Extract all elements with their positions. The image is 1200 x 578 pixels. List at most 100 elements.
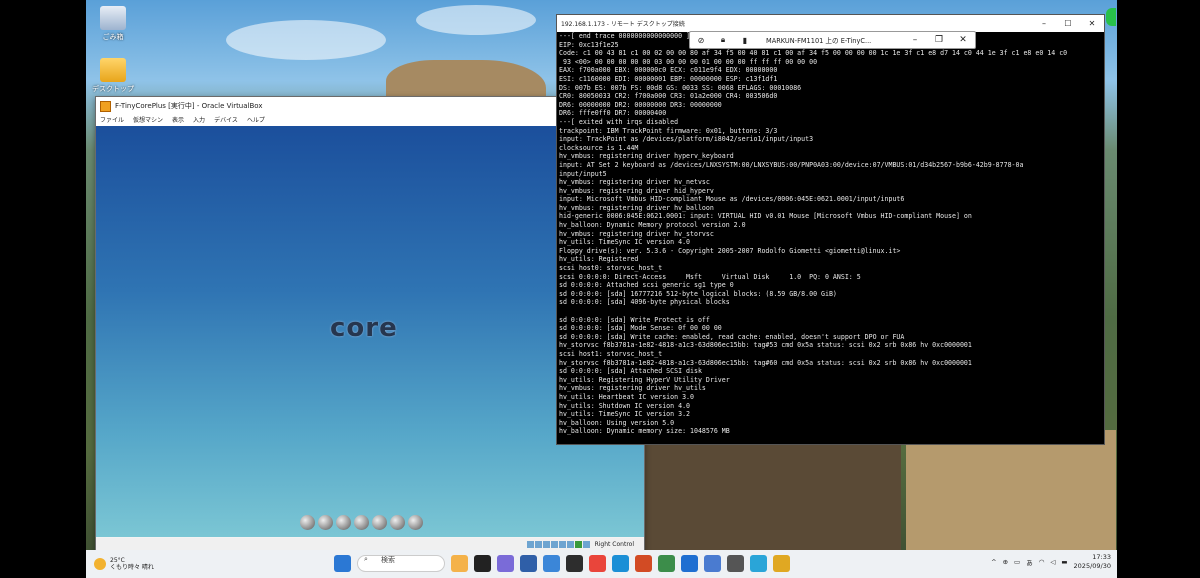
lock-icon[interactable]: 🔒︎ [712,35,734,45]
clock-date: 2025/09/30 [1073,562,1111,570]
console-line: sd 0:0:0:0: [sda] 16777216 512-byte logi… [559,289,837,298]
minimize-button[interactable]: – [903,35,927,45]
console-line: hv_vmbus: registering driver hv_utils [559,384,706,393]
console-line: input: AT Set 2 keyboard as /devices/LNX… [559,160,1024,169]
weather-desc: くもり時々 晴れ [110,564,154,571]
console-line: hv_vmbus: registering driver hv_netvsc [559,178,710,187]
close-button[interactable]: ✕ [951,35,975,45]
folder-icon [100,58,126,82]
power-icon[interactable] [300,515,315,530]
display-icon[interactable]: ▭ [1014,558,1020,566]
console-line: hv_utils: Registering HyperV Utility Dri… [559,375,730,384]
console-line: scsi host1: storvsc_host_t [559,349,663,358]
console-line: DS: 007b ES: 007b FS: 00d8 GS: 0033 SS: … [559,83,802,92]
desktop-background: ごみ箱 デスクトップ F-TinyCorePlus [実行中] - Oracle… [86,0,1117,578]
editor-icon[interactable] [318,515,333,530]
recycle-bin-icon [100,6,126,30]
tinycore-logo: core [330,313,398,343]
console-line: CR0: 80050033 CR2: f700a000 CR3: 01a2e00… [559,92,778,101]
taskbar-apps: ⌕ 検索 [334,555,790,572]
app-icon[interactable] [704,555,721,572]
desktop-icon-label: デスクトップ [92,85,134,93]
console-line: hv_balloon: Using version 5.0 [559,418,675,427]
battery-icon[interactable]: ▬ [1061,558,1067,566]
app-icon[interactable] [658,555,675,572]
chevron-up-icon[interactable]: ^ [991,558,996,566]
search-icon: ⌕ [364,555,368,563]
console-line: Floppy drive(s): ver. 5.3.6 - Copyright … [559,246,901,255]
chrome-icon[interactable] [589,555,606,572]
rdp-connection-bar[interactable]: ⊘ 🔒︎ ▮ MARKUN-FM1101 上の E-TinyC... – ❐ ✕ [689,31,976,49]
notification-badge[interactable] [1106,8,1116,26]
terminal-icon[interactable] [390,515,405,530]
display-status-icon[interactable] [566,541,574,548]
app-icon[interactable] [727,555,744,572]
console-line: hv_balloon: Dynamic Memory protocol vers… [559,221,746,230]
console-line: DR6: fffe0ff0 DR7: 00000400 [559,109,667,118]
console-line: sd 0:0:0:0: [sda] Write Protect is off [559,315,710,324]
unpin-icon[interactable]: ⊘ [690,36,712,45]
close-button[interactable]: ✕ [1080,19,1104,28]
menu-devices[interactable]: デバイス [214,115,238,126]
app-icon[interactable] [543,555,560,572]
network-status-icon[interactable] [550,541,558,548]
menu-view[interactable]: 表示 [172,115,184,126]
web-icon[interactable] [408,515,423,530]
console-line: clocksource is 1.44M [559,143,639,152]
maximize-button[interactable]: ☐ [1056,19,1080,28]
desktop-icon-folder[interactable]: デスクトップ [89,58,137,94]
menu-file[interactable]: ファイル [100,115,124,126]
app-icon[interactable] [566,555,583,572]
console-line: sd 0:0:0:0: Attached scsi generic sg1 ty… [559,281,734,290]
console-line: scsi 0:0:0:0: Direct-Access Msft Virtual… [559,272,861,281]
signal-icon[interactable]: ▮ [734,36,756,45]
rdp-title: 192.168.1.173 - リモート デスクトップ接続 [561,21,685,28]
hdd-status-icon[interactable] [526,541,534,548]
virtualbox-icon [100,100,111,112]
ime-icon[interactable]: あ [1026,557,1033,567]
console-line: sd 0:0:0:0: [sda] Mode Sense: 0f 00 00 0… [559,324,722,333]
app-icon[interactable] [773,555,790,572]
menu-input[interactable]: 入力 [193,115,205,126]
restore-button[interactable]: ❐ [927,35,951,45]
system-tray: ^ ⊕ ▭ あ ◠ ◁ ▬ 17:33 2025/09/30 [991,553,1111,571]
menu-help[interactable]: ヘルプ [247,115,265,126]
console-line: hv_vmbus: registering driver hv_balloon [559,203,714,212]
app-icon[interactable] [497,555,514,572]
search-box[interactable]: ⌕ 検索 [357,555,445,572]
app-icon[interactable] [750,555,767,572]
apps-icon[interactable] [354,515,369,530]
recording-status-icon[interactable] [574,541,582,548]
network-icon[interactable]: ⊕ [1003,558,1008,566]
volume-icon[interactable]: ◁ [1050,558,1055,566]
weather-widget[interactable]: 25°C くもり時々 晴れ [94,557,174,571]
shared-folder-status-icon[interactable] [558,541,566,548]
cliff [906,430,1116,550]
control-panel-icon[interactable] [336,515,351,530]
optical-status-icon[interactable] [534,541,542,548]
console-line: hv_vmbus: registering driver hid_hyperv [559,186,714,195]
mount-icon[interactable] [372,515,387,530]
remote-desktop-window[interactable]: 192.168.1.173 - リモート デスクトップ接続 – ☐ ✕ ---[… [556,14,1105,445]
app-icon[interactable] [681,555,698,572]
console-line: hv_storvsc f8b3781a-1e82-4818-a1c3-63d80… [559,341,972,350]
clock[interactable]: 17:33 2025/09/30 [1074,553,1111,571]
console-line: hv_vmbus: registering driver hv_storvsc [559,229,714,238]
wifi-icon[interactable]: ◠ [1039,558,1045,566]
gorge [641,440,901,550]
start-icon[interactable] [334,555,351,572]
mouse-integration-icon[interactable] [582,541,590,548]
desktop-icon-recycle-bin[interactable]: ごみ箱 [89,6,137,42]
console-line: hv_utils: TimeSync IC version 3.2 [559,410,691,419]
console-line: 93 <00> 00 00 00 00 00 03 00 00 00 01 00… [559,57,818,66]
app-icon[interactable] [635,555,652,572]
edge-icon[interactable] [612,555,629,572]
usb-status-icon[interactable] [542,541,550,548]
app-icon[interactable] [451,555,468,572]
minimize-button[interactable]: – [1032,19,1056,28]
console-line: hv_balloon: Dynamic memory size: 1048576… [559,427,730,436]
rdp-titlebar[interactable]: 192.168.1.173 - リモート デスクトップ接続 – ☐ ✕ [557,15,1104,32]
menu-machine[interactable]: 仮想マシン [133,115,163,126]
app-icon[interactable] [520,555,537,572]
app-icon[interactable] [474,555,491,572]
